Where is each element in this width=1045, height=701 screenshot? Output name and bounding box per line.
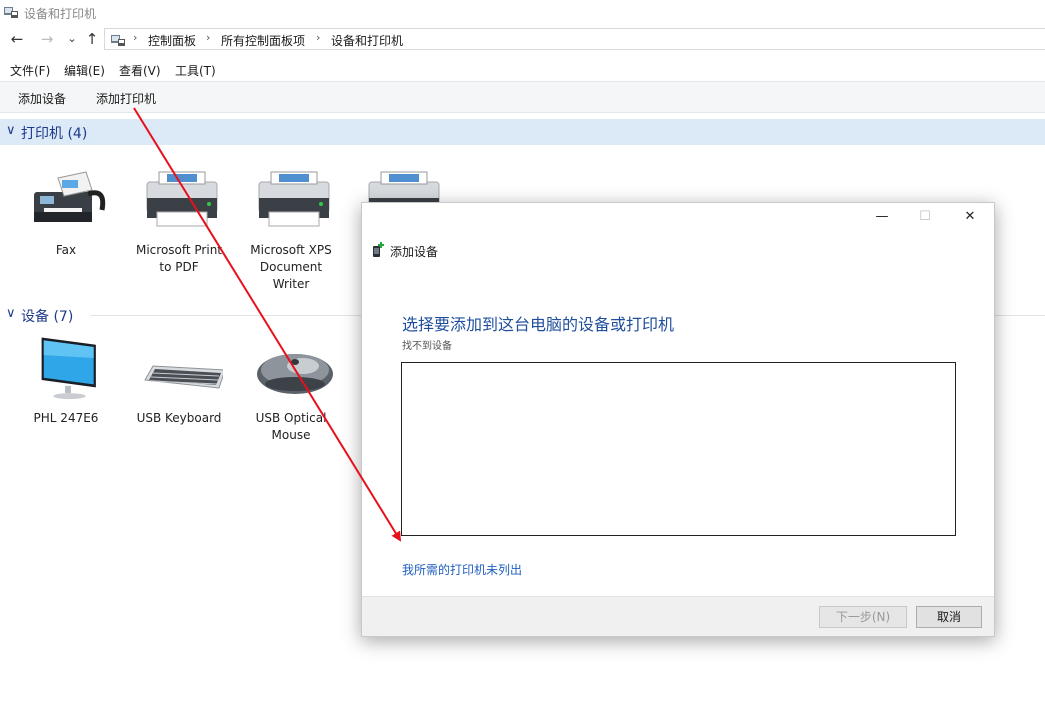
device-label: Microsoft XPS Document Writer (250, 243, 332, 291)
printers-group-title: 打印机 (4) (21, 126, 88, 142)
back-icon[interactable]: ← (8, 29, 26, 49)
menu-bar: 文件(F) 编辑(E) 查看(V) 工具(T) (0, 58, 1045, 80)
dialog-title: 添加设备 (390, 245, 439, 259)
navigation-bar: ← → ⌄ ↑ › 控制面板 › 所有控制面板项 › 设备和打印机 (0, 27, 1045, 51)
menu-tools[interactable]: 工具(T) (175, 62, 216, 79)
breadcrumb-separator[interactable]: › (206, 31, 210, 44)
monitor-icon (41, 337, 96, 400)
devices-group-title: 设备 (7) (21, 309, 74, 325)
breadcrumb-control-panel[interactable]: 控制面板 (148, 32, 196, 49)
close-icon[interactable]: ✕ (955, 209, 985, 229)
mouse-icon (257, 354, 333, 394)
fax-icon (34, 171, 106, 222)
add-device-dialog: — ☐ ✕ 添加设备 选择要添加到这台电脑的设备或打印机 找不到设备 我所需的打… (361, 202, 995, 637)
keyboard-icon (144, 365, 223, 389)
minimize-icon[interactable]: — (867, 209, 897, 229)
breadcrumb-all-items[interactable]: 所有控制面板项 (221, 32, 305, 49)
up-icon[interactable]: ↑ (83, 29, 101, 49)
add-printer-button[interactable]: 添加打印机 (96, 90, 156, 107)
title-bar: 设备和打印机 (0, 0, 1045, 26)
device-list[interactable] (401, 362, 956, 536)
printer-icon (146, 171, 218, 227)
device-label: USB Keyboard (136, 411, 222, 425)
printer-not-listed-link[interactable]: 我所需的打印机未列出 (402, 561, 522, 578)
breadcrumb-separator[interactable]: › (316, 31, 320, 44)
breadcrumb-separator[interactable]: › (133, 31, 137, 44)
device-label: PHL 247E6 (33, 411, 99, 425)
search-status: 找不到设备 (402, 341, 452, 352)
next-button[interactable]: 下一步(N) (819, 606, 907, 628)
device-label: USB Optical Mouse (255, 411, 327, 442)
dialog-footer: 下一步(N) 取消 (362, 596, 994, 636)
chevron-down-icon[interactable]: ∨ (6, 123, 16, 138)
device-label: Fax (55, 243, 77, 257)
breadcrumb-devices-printers[interactable]: 设备和打印机 (331, 32, 403, 49)
control-panel-icon (111, 35, 125, 46)
printer-icon (258, 171, 330, 227)
dialog-heading: 选择要添加到这台电脑的设备或打印机 (402, 315, 675, 334)
maximize-icon[interactable]: ☐ (910, 209, 940, 229)
menu-edit[interactable]: 编辑(E) (64, 62, 105, 79)
cancel-button[interactable]: 取消 (916, 606, 982, 628)
add-device-icon (373, 242, 384, 257)
menu-view[interactable]: 查看(V) (119, 62, 161, 79)
window-title: 设备和打印机 (24, 7, 97, 21)
forward-icon[interactable]: → (38, 29, 56, 49)
add-device-button[interactable]: 添加设备 (18, 90, 66, 107)
command-bar: 添加设备 添加打印机 (0, 81, 1045, 113)
chevron-down-icon[interactable]: ∨ (6, 306, 16, 321)
printers-group-header[interactable]: ∨ 打印机 (4) (0, 119, 1045, 145)
devices-and-printers-icon (4, 7, 18, 18)
device-label: Microsoft Print to PDF (135, 243, 223, 274)
menu-file[interactable]: 文件(F) (10, 62, 50, 79)
recent-locations-icon[interactable]: ⌄ (63, 29, 81, 49)
address-bar[interactable]: › 控制面板 › 所有控制面板项 › 设备和打印机 (104, 28, 1045, 50)
